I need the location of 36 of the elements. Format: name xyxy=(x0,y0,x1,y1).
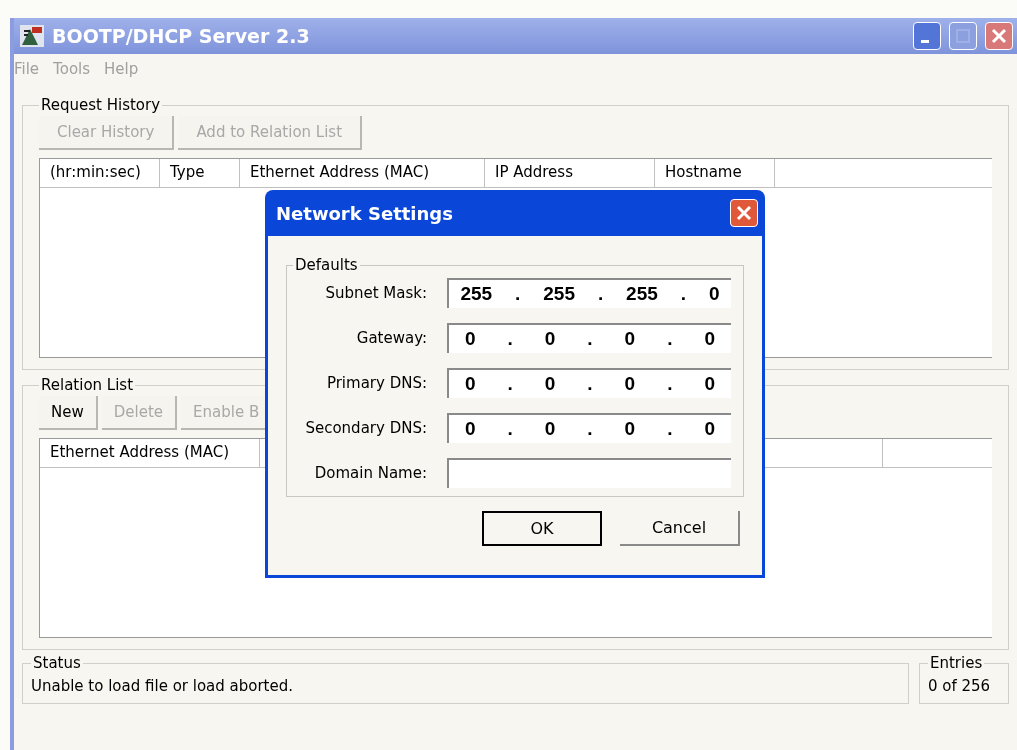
status-text: Unable to load file or load aborted. xyxy=(31,677,294,695)
column-header[interactable]: Ethernet Address (MAC) xyxy=(40,439,260,467)
entries-count: 0 of 256 xyxy=(928,677,991,695)
field-label: Domain Name: xyxy=(313,464,427,482)
ip-address-field[interactable]: 0 . 0 . 0 . 0 xyxy=(447,368,731,398)
field-label: Primary DNS: xyxy=(325,374,427,392)
close-button[interactable] xyxy=(730,199,758,227)
group-title: Entries xyxy=(929,654,984,672)
toolbar-button[interactable]: New xyxy=(39,396,98,430)
window-title: BOOTP/DHCP Server 2.3 xyxy=(52,25,311,47)
close-button[interactable] xyxy=(985,22,1013,50)
field-label: Secondary DNS: xyxy=(304,419,427,437)
dialog-title: Network Settings xyxy=(276,202,454,224)
column-header[interactable]: (hr:min:sec) xyxy=(40,159,160,187)
group-title: Relation List xyxy=(40,376,135,394)
close-icon xyxy=(990,27,1008,45)
column-header[interactable]: Ethernet Address (MAC) xyxy=(240,159,485,187)
column-header[interactable]: Hostname xyxy=(655,159,775,187)
field-label: Gateway: xyxy=(355,329,427,347)
group-title: Status xyxy=(32,654,82,672)
maximize-button[interactable] xyxy=(949,22,977,50)
column-header[interactable]: IP Address xyxy=(485,159,655,187)
minimize-button[interactable] xyxy=(913,22,941,50)
dialog-button[interactable]: OK xyxy=(482,511,602,546)
group-title: Request History xyxy=(40,96,162,114)
column-header[interactable]: Type xyxy=(160,159,240,187)
field-label: Subnet Mask: xyxy=(324,284,427,302)
ip-address-field[interactable]: 0 . 0 . 0 . 0 xyxy=(447,323,731,353)
dialog-button[interactable]: Cancel xyxy=(620,511,740,546)
ip-address-field[interactable]: 0 . 0 . 0 . 0 xyxy=(447,413,731,443)
group-title: Defaults xyxy=(294,256,359,274)
close-icon xyxy=(735,204,753,222)
minimize-icon xyxy=(921,39,929,43)
app-icon xyxy=(20,25,44,47)
text-field[interactable] xyxy=(447,458,731,488)
ip-address-field[interactable]: 255 . 255 . 255 . 0 xyxy=(447,278,731,308)
